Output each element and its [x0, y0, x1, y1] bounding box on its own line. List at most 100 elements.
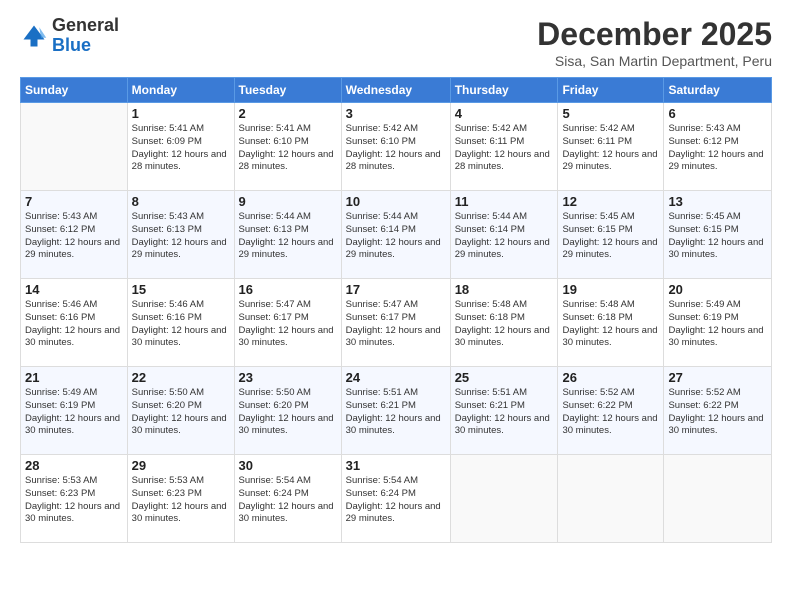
cell-sunset: Sunset: 6:12 PM	[668, 136, 738, 147]
calendar-cell: 4 Sunrise: 5:42 AM Sunset: 6:11 PM Dayli…	[450, 103, 558, 191]
cell-info: Sunrise: 5:50 AM Sunset: 6:20 PM Dayligh…	[239, 387, 337, 438]
calendar-cell	[664, 455, 772, 543]
cell-info: Sunrise: 5:49 AM Sunset: 6:19 PM Dayligh…	[668, 299, 767, 350]
cell-sunrise: Sunrise: 5:42 AM	[455, 123, 527, 134]
cell-info: Sunrise: 5:43 AM Sunset: 6:12 PM Dayligh…	[668, 123, 767, 174]
calendar-cell: 28 Sunrise: 5:53 AM Sunset: 6:23 PM Dayl…	[21, 455, 128, 543]
calendar-cell: 16 Sunrise: 5:47 AM Sunset: 6:17 PM Dayl…	[234, 279, 341, 367]
cell-day-number: 24	[346, 370, 446, 385]
cell-sunrise: Sunrise: 5:54 AM	[239, 475, 311, 486]
calendar-cell: 5 Sunrise: 5:42 AM Sunset: 6:11 PM Dayli…	[558, 103, 664, 191]
cell-day-number: 18	[455, 282, 554, 297]
cell-daylight: Daylight: 12 hours and 30 minutes.	[562, 413, 657, 437]
calendar-cell	[558, 455, 664, 543]
calendar-week-2: 14 Sunrise: 5:46 AM Sunset: 6:16 PM Dayl…	[21, 279, 772, 367]
cell-sunrise: Sunrise: 5:52 AM	[562, 387, 634, 398]
cell-info: Sunrise: 5:54 AM Sunset: 6:24 PM Dayligh…	[346, 475, 446, 526]
cell-day-number: 8	[132, 194, 230, 209]
logo-general: General	[52, 15, 119, 35]
calendar-cell: 30 Sunrise: 5:54 AM Sunset: 6:24 PM Dayl…	[234, 455, 341, 543]
cell-sunset: Sunset: 6:17 PM	[346, 312, 416, 323]
cell-daylight: Daylight: 12 hours and 30 minutes.	[25, 413, 120, 437]
cell-sunset: Sunset: 6:16 PM	[25, 312, 95, 323]
cell-sunrise: Sunrise: 5:51 AM	[346, 387, 418, 398]
cell-sunset: Sunset: 6:09 PM	[132, 136, 202, 147]
cell-day-number: 6	[668, 106, 767, 121]
cell-sunset: Sunset: 6:13 PM	[239, 224, 309, 235]
calendar-week-1: 7 Sunrise: 5:43 AM Sunset: 6:12 PM Dayli…	[21, 191, 772, 279]
cell-day-number: 23	[239, 370, 337, 385]
cell-info: Sunrise: 5:43 AM Sunset: 6:13 PM Dayligh…	[132, 211, 230, 262]
cell-info: Sunrise: 5:44 AM Sunset: 6:13 PM Dayligh…	[239, 211, 337, 262]
cell-sunset: Sunset: 6:24 PM	[239, 488, 309, 499]
cell-day-number: 13	[668, 194, 767, 209]
cell-info: Sunrise: 5:49 AM Sunset: 6:19 PM Dayligh…	[25, 387, 123, 438]
header-tuesday: Tuesday	[234, 78, 341, 103]
cell-sunrise: Sunrise: 5:49 AM	[668, 299, 740, 310]
cell-info: Sunrise: 5:53 AM Sunset: 6:23 PM Dayligh…	[132, 475, 230, 526]
cell-info: Sunrise: 5:42 AM Sunset: 6:11 PM Dayligh…	[455, 123, 554, 174]
cell-daylight: Daylight: 12 hours and 30 minutes.	[239, 325, 334, 349]
cell-sunrise: Sunrise: 5:50 AM	[132, 387, 204, 398]
cell-daylight: Daylight: 12 hours and 29 minutes.	[562, 237, 657, 261]
cell-sunset: Sunset: 6:14 PM	[346, 224, 416, 235]
cell-sunrise: Sunrise: 5:48 AM	[562, 299, 634, 310]
cell-day-number: 19	[562, 282, 659, 297]
cell-sunset: Sunset: 6:20 PM	[239, 400, 309, 411]
cell-sunset: Sunset: 6:19 PM	[668, 312, 738, 323]
calendar-cell: 15 Sunrise: 5:46 AM Sunset: 6:16 PM Dayl…	[127, 279, 234, 367]
calendar-cell	[450, 455, 558, 543]
cell-sunrise: Sunrise: 5:45 AM	[562, 211, 634, 222]
cell-daylight: Daylight: 12 hours and 29 minutes.	[346, 237, 441, 261]
calendar-cell: 11 Sunrise: 5:44 AM Sunset: 6:14 PM Dayl…	[450, 191, 558, 279]
main-title: December 2025	[537, 16, 772, 53]
cell-info: Sunrise: 5:44 AM Sunset: 6:14 PM Dayligh…	[346, 211, 446, 262]
cell-sunrise: Sunrise: 5:43 AM	[25, 211, 97, 222]
cell-info: Sunrise: 5:42 AM Sunset: 6:10 PM Dayligh…	[346, 123, 446, 174]
header-monday: Monday	[127, 78, 234, 103]
cell-sunrise: Sunrise: 5:49 AM	[25, 387, 97, 398]
cell-sunset: Sunset: 6:22 PM	[562, 400, 632, 411]
cell-daylight: Daylight: 12 hours and 30 minutes.	[25, 325, 120, 349]
cell-day-number: 1	[132, 106, 230, 121]
cell-daylight: Daylight: 12 hours and 30 minutes.	[25, 501, 120, 525]
header-wednesday: Wednesday	[341, 78, 450, 103]
cell-info: Sunrise: 5:51 AM Sunset: 6:21 PM Dayligh…	[346, 387, 446, 438]
cell-info: Sunrise: 5:48 AM Sunset: 6:18 PM Dayligh…	[455, 299, 554, 350]
cell-day-number: 25	[455, 370, 554, 385]
logo: General Blue	[20, 16, 119, 56]
cell-sunset: Sunset: 6:13 PM	[132, 224, 202, 235]
cell-sunrise: Sunrise: 5:42 AM	[346, 123, 418, 134]
cell-day-number: 4	[455, 106, 554, 121]
cell-daylight: Daylight: 12 hours and 30 minutes.	[668, 325, 763, 349]
cell-daylight: Daylight: 12 hours and 29 minutes.	[668, 149, 763, 173]
cell-daylight: Daylight: 12 hours and 30 minutes.	[346, 413, 441, 437]
calendar-cell: 29 Sunrise: 5:53 AM Sunset: 6:23 PM Dayl…	[127, 455, 234, 543]
cell-day-number: 26	[562, 370, 659, 385]
calendar-cell: 25 Sunrise: 5:51 AM Sunset: 6:21 PM Dayl…	[450, 367, 558, 455]
cell-info: Sunrise: 5:52 AM Sunset: 6:22 PM Dayligh…	[562, 387, 659, 438]
cell-sunset: Sunset: 6:18 PM	[562, 312, 632, 323]
header-saturday: Saturday	[664, 78, 772, 103]
cell-day-number: 30	[239, 458, 337, 473]
cell-sunrise: Sunrise: 5:51 AM	[455, 387, 527, 398]
cell-info: Sunrise: 5:45 AM Sunset: 6:15 PM Dayligh…	[668, 211, 767, 262]
cell-sunset: Sunset: 6:15 PM	[668, 224, 738, 235]
calendar-cell: 18 Sunrise: 5:48 AM Sunset: 6:18 PM Dayl…	[450, 279, 558, 367]
calendar-week-0: 1 Sunrise: 5:41 AM Sunset: 6:09 PM Dayli…	[21, 103, 772, 191]
calendar-cell: 12 Sunrise: 5:45 AM Sunset: 6:15 PM Dayl…	[558, 191, 664, 279]
subtitle: Sisa, San Martin Department, Peru	[537, 53, 772, 69]
cell-sunrise: Sunrise: 5:47 AM	[239, 299, 311, 310]
cell-sunset: Sunset: 6:21 PM	[455, 400, 525, 411]
cell-day-number: 27	[668, 370, 767, 385]
cell-daylight: Daylight: 12 hours and 29 minutes.	[239, 237, 334, 261]
cell-info: Sunrise: 5:53 AM Sunset: 6:23 PM Dayligh…	[25, 475, 123, 526]
calendar-week-4: 28 Sunrise: 5:53 AM Sunset: 6:23 PM Dayl…	[21, 455, 772, 543]
cell-sunrise: Sunrise: 5:41 AM	[132, 123, 204, 134]
cell-day-number: 12	[562, 194, 659, 209]
cell-sunset: Sunset: 6:23 PM	[25, 488, 95, 499]
calendar-cell: 19 Sunrise: 5:48 AM Sunset: 6:18 PM Dayl…	[558, 279, 664, 367]
cell-daylight: Daylight: 12 hours and 30 minutes.	[668, 237, 763, 261]
calendar-cell: 26 Sunrise: 5:52 AM Sunset: 6:22 PM Dayl…	[558, 367, 664, 455]
cell-daylight: Daylight: 12 hours and 29 minutes.	[455, 237, 550, 261]
